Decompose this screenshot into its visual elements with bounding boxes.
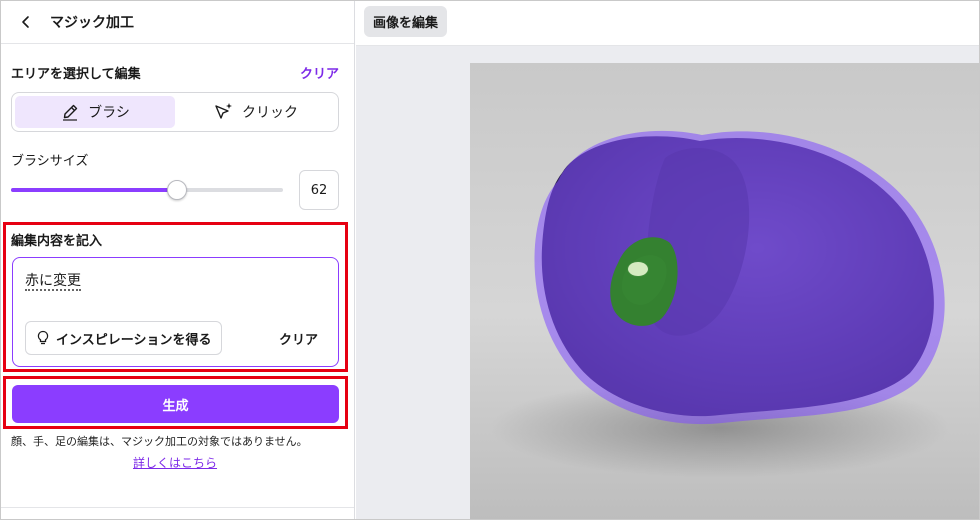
clear-selection-button[interactable]: クリア [300,63,339,82]
learn-more-link[interactable]: 詳しくはこちら [133,454,217,471]
notice-text: 顔、手、足の編集は、マジック加工の対象ではありません。 [11,435,308,448]
chevron-left-icon [22,15,29,28]
get-inspiration-button[interactable]: インスピレーションを得る [25,321,223,355]
area-section-title: エリアを選択して編集 [11,67,141,82]
brush-mode-label: ブラシ [88,105,130,121]
editor-toolbar: 画像を編集 [356,0,980,46]
edit-section-title: 編集内容を記入 [11,234,103,249]
brush-size-slider[interactable] [11,180,283,200]
slider-fill [11,188,177,192]
editor-area: 画像を編集 [356,0,980,520]
panel-header: マジック加工 [0,0,354,44]
brush-size-label: ブラシサイズ [11,154,89,169]
image-canvas[interactable] [470,63,980,520]
back-button[interactable] [16,12,36,32]
prompt-text-value: 赤に変更 [25,273,81,291]
cursor-sparkle-icon [215,103,232,119]
brush-icon [63,104,78,121]
brush-size-value[interactable]: 62 [299,170,339,210]
click-mode-label: クリック [242,105,298,121]
edit-image-tab[interactable]: 画像を編集 [364,6,448,37]
prompt-text: 赤に変更 [25,270,81,291]
pepper-photo [470,63,980,520]
click-mode-button[interactable]: クリック [175,96,335,128]
brush-mode-button[interactable]: ブラシ [15,96,175,128]
prompt-textarea[interactable]: 赤に変更 インスピレーションを得る クリア [12,257,339,367]
lightbulb-icon [37,330,49,345]
panel-title: マジック加工 [50,14,134,31]
get-inspiration-label: インスピレーションを得る [56,332,212,348]
divider [0,507,354,508]
slider-thumb[interactable] [166,180,187,200]
magic-edit-panel: マジック加工 エリアを選択して編集 クリア ブラシ クリック ブラシサイズ 62… [0,0,355,520]
clear-prompt-button[interactable]: クリア [279,329,318,348]
area-section-header: エリアを選択して編集 クリア [11,63,339,82]
selection-mode-toggle: ブラシ クリック [11,92,339,132]
generate-button[interactable]: 生成 [12,385,339,423]
